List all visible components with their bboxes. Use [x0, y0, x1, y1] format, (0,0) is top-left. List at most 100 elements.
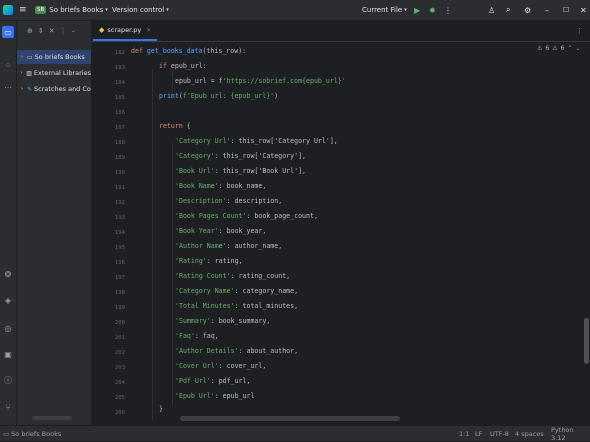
dict-key: 'Epub Url' [175, 392, 215, 400]
services-icon[interactable]: ◎ [2, 322, 14, 334]
dict-value: this_row['Category'], [222, 152, 307, 160]
close-panel-icon[interactable]: ✕ [49, 27, 55, 35]
problems-icon[interactable]: ⓘ [2, 374, 14, 386]
dict-key: 'Description' [175, 197, 227, 205]
dict-value: category_name, [242, 287, 299, 295]
line-number: 197 [114, 275, 125, 281]
dict-key: 'Pdf Url' [175, 377, 211, 385]
dict-value: book_name, [226, 182, 267, 190]
hide-panel-icon[interactable]: – [72, 27, 76, 35]
code-line[interactable]: def get_books_data(this_row): [131, 47, 246, 55]
tab-options-icon[interactable]: ⋮ [576, 21, 583, 41]
code-line[interactable]: 'Rating': rating, [131, 257, 243, 265]
line-number: 201 [114, 335, 125, 341]
line-number: 206 [114, 410, 125, 416]
project-badge: SB [35, 6, 47, 14]
more-actions-icon[interactable]: ⋮ [444, 0, 452, 20]
tree-item-external-libraries[interactable]: › ▥ External Libraries [17, 66, 91, 80]
expand-collapse-icon[interactable]: ⇕ [38, 27, 44, 35]
builtin-function: print [159, 92, 179, 100]
code-line[interactable]: return { [131, 122, 191, 130]
code-line[interactable]: 'Pdf Url': pdf_url, [131, 377, 250, 385]
code-line[interactable]: 'Epub Url': epub_url [131, 392, 254, 400]
dict-key: 'Book Pages Count' [175, 212, 247, 220]
app-logo-icon[interactable] [3, 0, 13, 20]
python-packages-icon[interactable]: ❂ [2, 268, 14, 280]
code-line[interactable]: 'Category': this_row['Category'], [131, 152, 306, 160]
indent-setting[interactable]: 4 spaces [515, 426, 544, 441]
weak-warning-count: 6 [560, 45, 565, 52]
code-line[interactable]: 'Category Url': this_row['Category Url']… [131, 137, 338, 145]
code-line[interactable]: 'Faq': faq, [131, 332, 219, 340]
code-line[interactable]: 'Author Name': author_name, [131, 242, 282, 250]
chevron-down-icon: ▾ [105, 7, 108, 13]
tab-scraper-py[interactable]: ◆ scraper.py ✕ [93, 21, 158, 41]
code-text: (this_row): [202, 47, 247, 55]
code-line[interactable]: if epub_url: [131, 62, 207, 70]
caret-position[interactable]: 1:1 [459, 426, 469, 441]
dict-value: book_page_count, [254, 212, 318, 220]
dict-value: this_row['Book Url'], [222, 167, 307, 175]
locate-file-icon[interactable]: ⊕ [27, 27, 33, 35]
line-number: 187 [114, 125, 125, 131]
vcs-widget[interactable]: Version control ▾ [112, 0, 169, 20]
tree-item-scratches[interactable]: › ✎ Scratches and Co [17, 82, 91, 96]
code-line[interactable]: 'Book Name': book_name, [131, 182, 266, 190]
more-tool-windows-icon[interactable]: ⋯ [2, 81, 14, 93]
code-with-me-icon[interactable]: ♙ [488, 0, 495, 20]
code-line[interactable]: 'Total Minutes': total_minutes, [131, 302, 298, 310]
run-config-label: Current File [362, 6, 403, 14]
code-line[interactable]: 'Book Year': book_year, [131, 227, 266, 235]
editor-horizontal-scrollbar[interactable] [180, 416, 400, 421]
run-icon[interactable]: ▶ [414, 0, 420, 20]
code-line[interactable]: print(f'Epub url: {epub_url}') [131, 92, 278, 100]
dict-value: about_author, [246, 347, 299, 355]
options-icon[interactable]: ⋮ [60, 27, 67, 35]
weak-warning-icon: ⚠ [552, 45, 558, 52]
dict-key: 'Category Name' [175, 287, 235, 295]
version-control-icon[interactable]: ⑂ [2, 401, 14, 413]
main-menu-icon[interactable]: ≡ [19, 0, 27, 20]
code-line[interactable]: 'Book Pages Count': book_page_count, [131, 212, 318, 220]
dict-key: 'Book Name' [175, 182, 219, 190]
inspection-widget[interactable]: ⚠ 6 ⚠ 6 ⌃ ⌄ [537, 45, 581, 52]
search-icon[interactable]: ⌕ [506, 0, 510, 20]
dict-value: faq, [202, 332, 219, 340]
file-encoding[interactable]: UTF-8 [490, 426, 509, 441]
code-line[interactable]: 'Book Url': this_row['Book Url'], [131, 167, 306, 175]
maximize-window-icon[interactable]: ☐ [563, 0, 569, 20]
library-icon: ▥ [26, 69, 32, 77]
line-separator[interactable]: LF [475, 426, 482, 441]
code-line[interactable]: 'Category Name': category_name, [131, 287, 298, 295]
close-tab-icon[interactable]: ✕ [146, 27, 151, 34]
run-configuration-selector[interactable]: Current File ▾ [362, 0, 407, 20]
code-line[interactable]: } [131, 405, 163, 413]
terminal-icon[interactable]: ▣ [2, 348, 14, 360]
minimize-window-icon[interactable]: – [545, 0, 549, 20]
project-horizontal-scrollbar[interactable] [32, 416, 72, 420]
tree-item-project-root[interactable]: › ▭ So briefs Books [17, 50, 91, 64]
python-interpreter[interactable]: Python 3.12 [551, 426, 590, 442]
debug-icon[interactable]: ✹ [429, 0, 436, 20]
code-line[interactable]: 'Rating Count': rating_count, [131, 272, 290, 280]
chevron-up-icon: ⌃ [567, 45, 573, 52]
close-window-icon[interactable]: ✕ [580, 0, 587, 20]
dict-key: 'Summary' [175, 317, 211, 325]
code-line[interactable]: 'Summary': book_summary, [131, 317, 270, 325]
structure-icon[interactable]: ⁘ [2, 59, 14, 71]
warning-count: 6 [545, 45, 550, 52]
project-selector[interactable]: SB So briefs Books ▾ [35, 0, 108, 20]
settings-gear-icon[interactable]: ⚙ [524, 0, 531, 20]
code-line[interactable]: 'Author Details': about_author, [131, 347, 298, 355]
status-breadcrumb[interactable]: ▭ So briefs Books [3, 426, 61, 441]
dict-key: 'Rating Count' [175, 272, 231, 280]
layers-icon[interactable]: ◈ [2, 294, 14, 306]
code-line[interactable]: 'Cover Url': cover_url, [131, 362, 266, 370]
dict-key: 'Author Name' [175, 242, 227, 250]
project-folder-icon[interactable]: ▭ [2, 26, 14, 38]
code-line[interactable]: epub_url = f'https://sobrief.com{epub_ur… [131, 77, 346, 85]
dict-value: book_year, [226, 227, 267, 235]
code-line[interactable]: 'Description': description, [131, 197, 282, 205]
function-name: get_books_data [146, 47, 203, 55]
editor-vertical-scrollbar[interactable] [584, 318, 589, 364]
